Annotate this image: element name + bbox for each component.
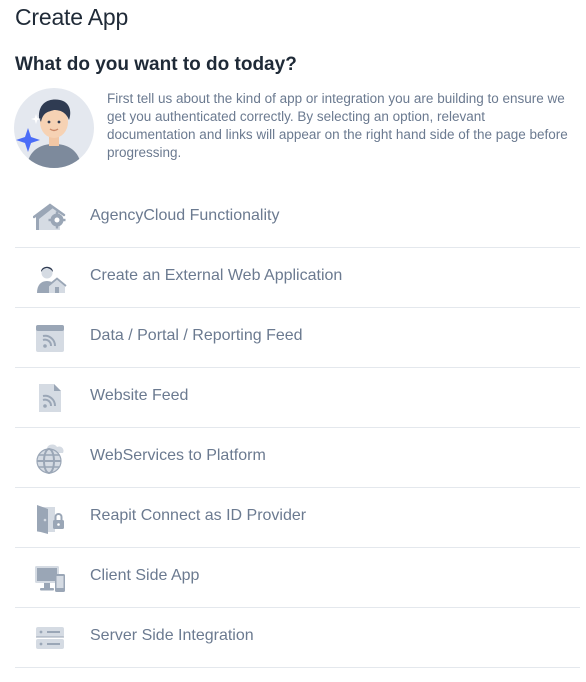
avatar-illustration-icon bbox=[14, 88, 94, 168]
option-label: Data / Portal / Reporting Feed bbox=[90, 327, 303, 344]
server-icon bbox=[36, 627, 64, 649]
option-website-feed[interactable]: Website Feed bbox=[15, 368, 580, 428]
option-external-web-application[interactable]: Create an External Web Application bbox=[15, 248, 580, 308]
option-agencycloud-functionality[interactable]: AgencyCloud Functionality bbox=[15, 188, 580, 248]
intro-text: First tell us about the kind of app or i… bbox=[107, 91, 568, 160]
option-label: Website Feed bbox=[90, 387, 189, 404]
door-lock-icon bbox=[37, 505, 64, 534]
create-app-page: Create App What do you want to do today?… bbox=[0, 0, 586, 682]
option-label: WebServices to Platform bbox=[90, 447, 266, 464]
app-type-options: AgencyCloud Functionality Create an Exte… bbox=[15, 188, 580, 668]
option-label: Create an External Web Application bbox=[90, 267, 343, 284]
section-question: What do you want to do today? bbox=[15, 54, 297, 75]
devices-icon bbox=[35, 566, 65, 592]
option-webservices-to-platform[interactable]: WebServices to Platform bbox=[15, 428, 580, 488]
feed-window-icon bbox=[36, 325, 64, 352]
option-client-side-app[interactable]: Client Side App bbox=[15, 548, 580, 608]
page-title: Create App bbox=[15, 4, 129, 30]
option-server-side-integration[interactable]: Server Side Integration bbox=[15, 608, 580, 668]
option-label: Client Side App bbox=[90, 567, 200, 584]
feed-document-icon bbox=[39, 384, 61, 412]
house-gear-icon bbox=[33, 203, 66, 230]
person-house-icon bbox=[37, 266, 67, 293]
globe-cloud-icon bbox=[36, 444, 64, 474]
option-label: AgencyCloud Functionality bbox=[90, 207, 280, 224]
option-label: Reapit Connect as ID Provider bbox=[90, 507, 307, 524]
option-reapit-connect-id-provider[interactable]: Reapit Connect as ID Provider bbox=[15, 488, 580, 548]
option-data-portal-reporting-feed[interactable]: Data / Portal / Reporting Feed bbox=[15, 308, 580, 368]
option-label: Server Side Integration bbox=[90, 627, 254, 644]
